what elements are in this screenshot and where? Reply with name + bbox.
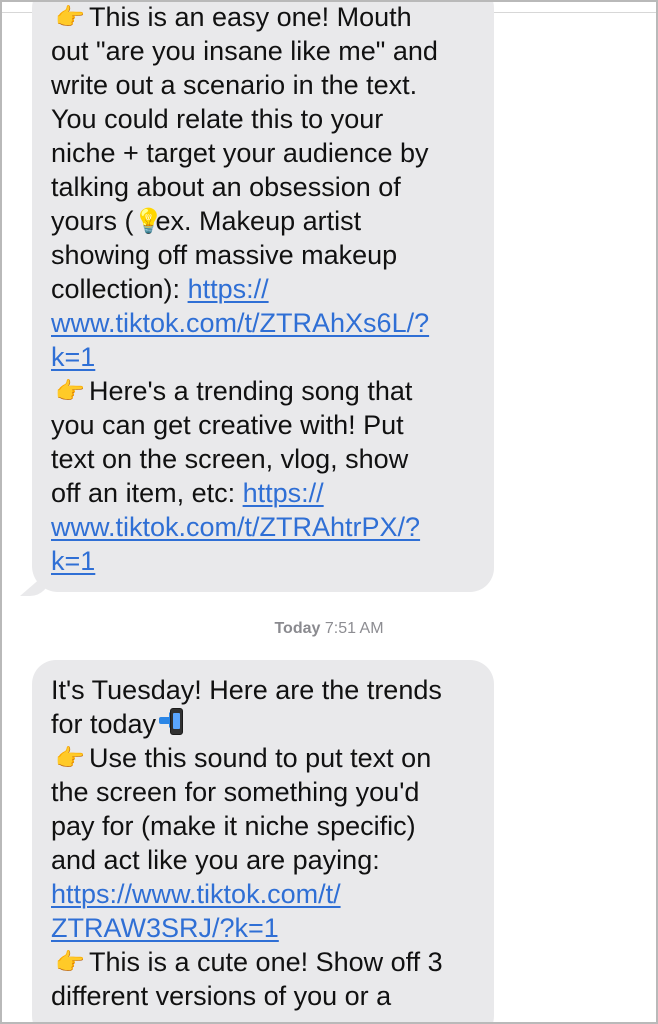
message-line: 👉 Use this sound to put text on <box>51 741 476 775</box>
message-line: 👉 Here's a trending song that <box>51 374 476 408</box>
message-line: ZTRAW3SRJ/?k=1 <box>51 911 476 945</box>
backhand-index-pointing-right-icon: 👉 <box>55 377 85 405</box>
timestamp-day: Today <box>274 620 321 637</box>
backhand-index-pointing-right-icon: 👉 <box>55 3 85 31</box>
phone-screen-shape <box>173 713 181 729</box>
tiktok-link-1[interactable]: www.tiktok.com/t/ZTRAhXs6L/? <box>51 308 429 338</box>
tiktok-link-2[interactable]: https:// <box>243 478 324 508</box>
mobile-phone-with-arrow-icon <box>159 707 185 737</box>
message-timestamp: Today 7:51 AM <box>2 620 656 638</box>
message-line: different versions of you or a <box>51 981 392 1011</box>
message-line: off an item, etc: https:// <box>51 478 324 508</box>
backhand-index-pointing-right-icon: 👉 <box>55 744 85 772</box>
message-line: 👉 This is an easy one! Mouth <box>51 2 476 34</box>
message-line: and act like you are paying: <box>51 845 380 875</box>
message-line: www.tiktok.com/t/ZTRAhtrPX/? <box>51 510 476 544</box>
tiktok-link-2[interactable]: k=1 <box>51 546 95 576</box>
message-thread: 👉 This is an easy one! Mouth out "are you… <box>0 0 658 1024</box>
message-line: k=1 <box>51 340 476 374</box>
message-line: k=1 <box>51 544 476 578</box>
message-line: You could relate this to your <box>51 104 384 134</box>
tiktok-link-1[interactable]: https:// <box>188 274 269 304</box>
message-line: talking about an obsession of <box>51 172 401 202</box>
light-bulb-icon: 💡 <box>133 207 164 235</box>
tiktok-link-3[interactable]: https://www.tiktok.com/t/ <box>51 879 341 909</box>
message-line: pay for (make it niche specific) <box>51 811 416 841</box>
timestamp-time: 7:51 AM <box>324 620 384 637</box>
message-line: It's Tuesday! Here are the trends <box>51 675 442 705</box>
message-line: collection): https:// <box>51 274 269 304</box>
tiktok-link-3[interactable]: ZTRAW3SRJ/?k=1 <box>51 913 279 943</box>
tiktok-link-1[interactable]: k=1 <box>51 342 95 372</box>
message-line: niche + target your audience by <box>51 138 429 168</box>
message-line: 👉 This is a cute one! Show off 3 <box>51 945 476 979</box>
mobile-phone-shape <box>170 708 184 735</box>
message-line: https://www.tiktok.com/t/ <box>51 877 476 911</box>
message-line: showing off massive makeup <box>51 240 398 270</box>
message-line: for today <box>51 707 476 741</box>
message-line: out "are you insane like me" and <box>51 36 438 66</box>
message-line: text on the screen, vlog, show <box>51 444 409 474</box>
received-message-bubble[interactable]: It's Tuesday! Here are the trends for to… <box>32 660 494 1022</box>
backhand-index-pointing-right-icon: 👉 <box>55 948 85 976</box>
message-line: you can get creative with! Put <box>51 410 404 440</box>
message-line: www.tiktok.com/t/ZTRAhXs6L/? <box>51 306 476 340</box>
message-line: the screen for something you'd <box>51 777 420 807</box>
tiktok-link-2[interactable]: www.tiktok.com/t/ZTRAhtrPX/? <box>51 512 420 542</box>
message-line: write out a scenario in the text. <box>51 70 418 100</box>
received-message-bubble[interactable]: 👉 This is an easy one! Mouth out "are you… <box>32 2 494 592</box>
message-line: yours (💡ex. Makeup artist <box>51 206 362 236</box>
